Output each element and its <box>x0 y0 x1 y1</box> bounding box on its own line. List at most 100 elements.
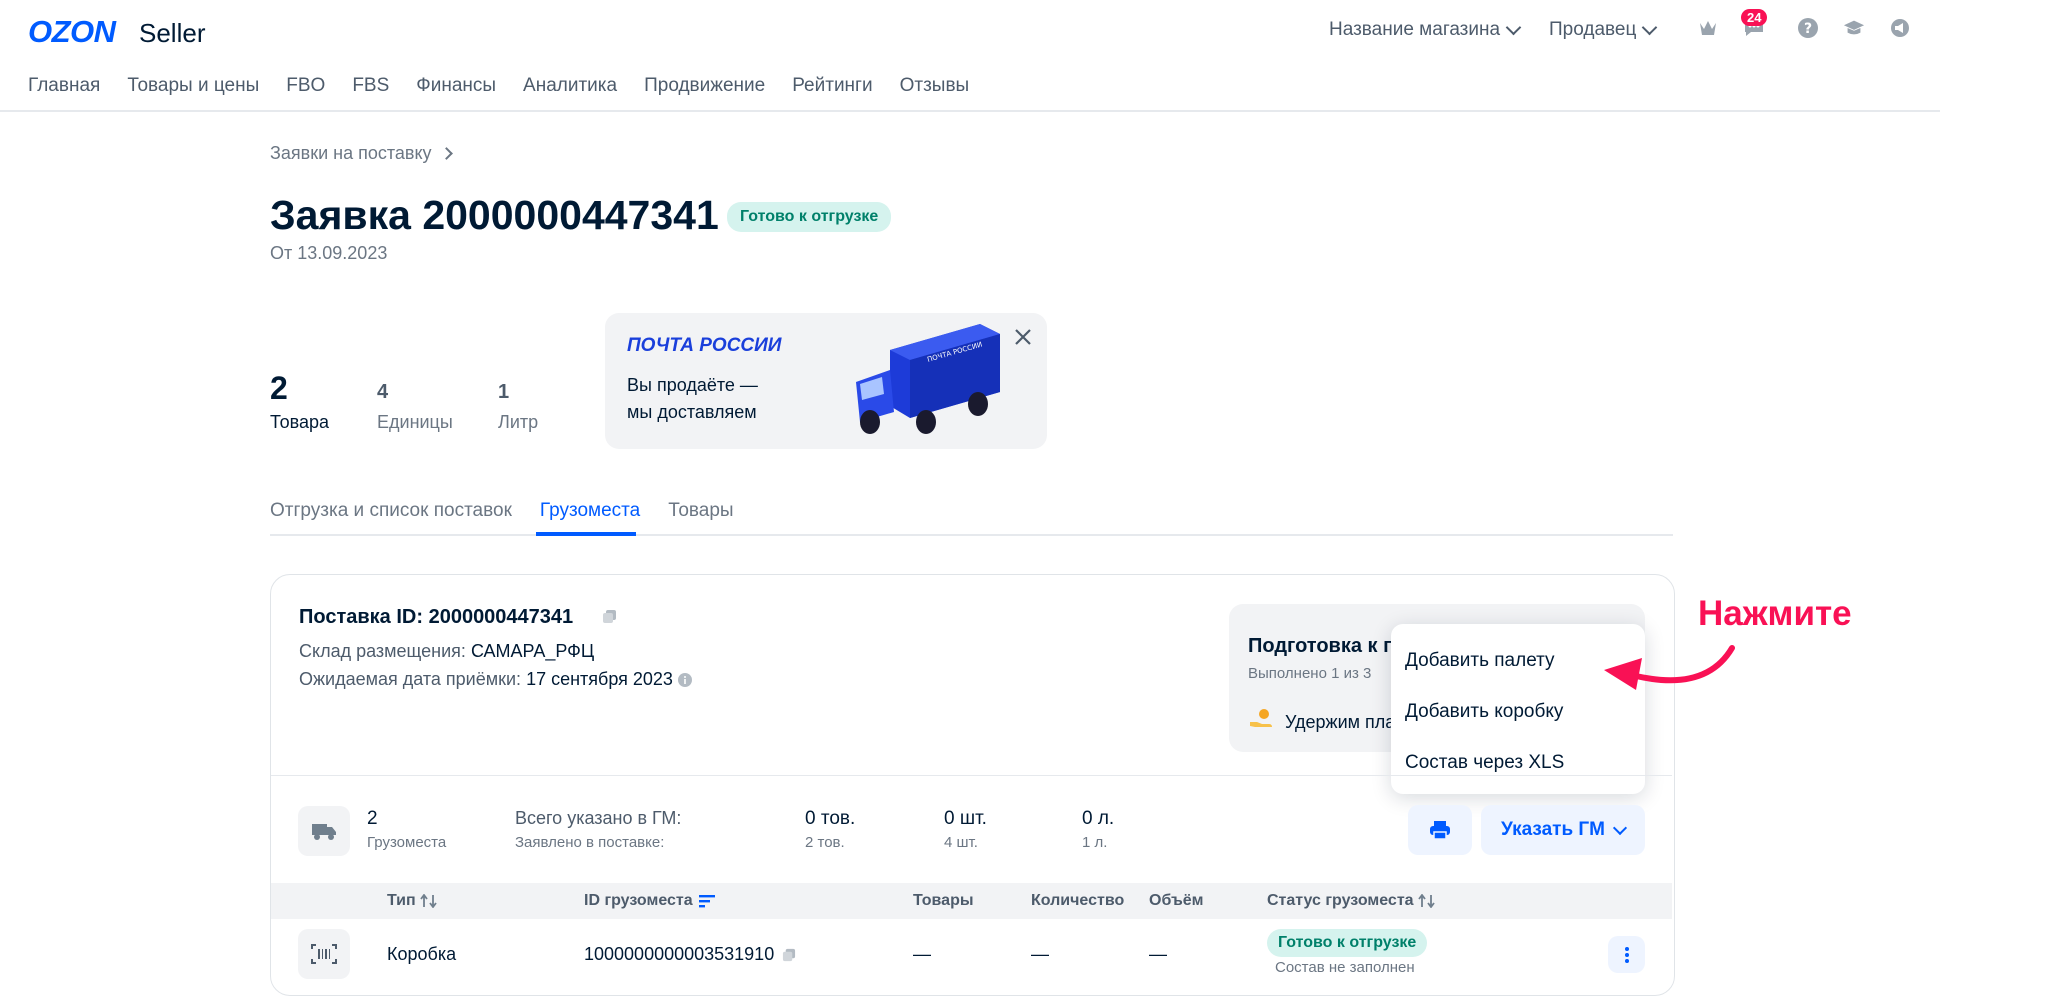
preparation-item: Удержим пла <box>1285 712 1396 732</box>
header-divider <box>0 110 1940 112</box>
pcs-value: 0 шт. <box>944 808 987 829</box>
shipment-id: Поставка ID: 2000000447341 <box>299 606 574 628</box>
nav-item-fbo[interactable]: FBO <box>286 75 325 97</box>
cargo-count: 2 <box>367 808 378 829</box>
page-title: Заявка 2000000447341 <box>270 192 719 238</box>
printer-icon <box>1430 821 1450 840</box>
stat-liters-value: 1 <box>498 381 510 403</box>
page-date: От 13.09.2023 <box>270 243 388 263</box>
row-cargo-id-value: 1000000000003531910 <box>584 944 775 964</box>
goods-declared: 2 тов. <box>805 834 845 851</box>
liters-value: 0 л. <box>1082 808 1115 829</box>
banner-line2: мы доставляем <box>627 402 757 422</box>
barcode-icon[interactable] <box>298 929 350 979</box>
col-quantity: Количество <box>1031 892 1125 909</box>
declared-label: Заявлено в поставке: <box>515 834 665 851</box>
nav-item-analytics[interactable]: Аналитика <box>523 75 617 97</box>
date-label: Ожидаемая дата приёмки: <box>299 669 522 689</box>
menu-item-add-pallet[interactable]: Добавить палету <box>1405 650 1555 672</box>
education-icon[interactable] <box>1843 17 1865 39</box>
nav-item-ratings[interactable]: Рейтинги <box>792 75 872 97</box>
row-goods: — <box>913 944 931 964</box>
stat-items-label: Товара <box>270 412 329 432</box>
specify-cargo-label: Указать ГМ <box>1500 819 1606 840</box>
annotation-arrow-icon <box>1604 645 1735 690</box>
truck-illustration: ПОЧТА РОССИИ <box>850 322 1002 445</box>
store-dropdown-label: Название магазина <box>1329 19 1501 40</box>
nav-item-home[interactable]: Главная <box>28 75 100 97</box>
nav-item-reviews[interactable]: Отзывы <box>900 75 970 97</box>
info-icon[interactable] <box>677 672 692 687</box>
warehouse-label: Склад размещения: <box>299 641 466 661</box>
col-status-label: Статус грузоместа <box>1267 892 1414 909</box>
banner-brand: ПОЧТА РОССИИ <box>627 335 782 356</box>
row-quantity: — <box>1031 944 1049 964</box>
stat-items-value: 2 <box>270 370 288 406</box>
truck-icon <box>298 806 350 856</box>
col-goods: Товары <box>913 892 974 909</box>
col-cargo-id-label: ID грузоместа <box>584 892 693 909</box>
warehouse-row: Склад размещения: САМАРА_РФЦ <box>299 641 594 662</box>
nav-item-finance[interactable]: Финансы <box>416 75 496 97</box>
breadcrumb[interactable]: Заявки на поставку <box>270 143 453 164</box>
breadcrumb-label: Заявки на поставку <box>270 143 432 163</box>
sort-desc-icon <box>698 894 715 907</box>
row-more-button[interactable] <box>1608 936 1645 973</box>
stat-units-value: 4 <box>377 381 389 403</box>
nav-item-fbs[interactable]: FBS <box>352 75 389 97</box>
preparation-title: Подготовка к п <box>1248 635 1396 657</box>
date-row: Ожидаемая дата приёмки: 17 сентября 2023 <box>299 669 692 690</box>
more-vertical-icon <box>1624 946 1629 963</box>
date-value: 17 сентября 2023 <box>526 669 673 689</box>
tabs: Отгрузка и список поставок Грузоместа То… <box>270 500 734 522</box>
chevron-down-icon <box>1612 820 1628 835</box>
stat-liters-label: Литр <box>498 412 539 432</box>
card-divider <box>271 775 1672 776</box>
nav-item-products[interactable]: Товары и цены <box>127 75 259 97</box>
tab-active-indicator <box>536 532 636 536</box>
role-dropdown[interactable]: Продавец <box>1549 19 1658 41</box>
close-icon[interactable] <box>1012 326 1034 348</box>
col-type-label: Тип <box>387 892 416 909</box>
col-type[interactable]: Тип <box>387 892 438 910</box>
copy-icon[interactable] <box>602 609 617 629</box>
help-icon[interactable]: ? <box>1797 17 1819 39</box>
banner-line1: Вы продаёте — <box>627 375 758 395</box>
pcs-declared: 4 шт. <box>944 834 978 851</box>
stat-units-label: Единицы <box>377 412 453 432</box>
print-button[interactable] <box>1408 805 1472 855</box>
cargo-count-label: Грузоместа <box>367 834 447 851</box>
liters-declared: 1 л. <box>1082 834 1108 851</box>
sort-icon <box>419 894 437 908</box>
col-volume: Объём <box>1149 892 1204 909</box>
col-cargo-id[interactable]: ID грузоместа <box>584 892 715 910</box>
nav-item-promotion[interactable]: Продвижение <box>644 75 765 97</box>
row-status-badge: Готово к отгрузке <box>1267 929 1428 957</box>
role-dropdown-label: Продавец <box>1549 19 1637 40</box>
tab-cargo-places[interactable]: Грузоместа <box>540 500 640 522</box>
menu-item-add-box[interactable]: Добавить коробку <box>1405 701 1563 723</box>
announcement-icon[interactable] <box>1889 17 1911 39</box>
ozon-logo[interactable]: OZON <box>28 14 116 50</box>
specify-cargo-button[interactable]: Указать ГМ <box>1481 805 1645 855</box>
preparation-progress: Выполнено 1 из 3 <box>1248 665 1372 682</box>
svg-text:?: ? <box>1804 21 1812 37</box>
status-badge: Готово к отгрузке <box>727 202 892 232</box>
copy-icon[interactable] <box>782 948 796 962</box>
total-label: Всего указано в ГМ: <box>515 808 682 828</box>
hand-coin-icon <box>1249 708 1273 735</box>
store-dropdown[interactable]: Название магазина <box>1329 19 1522 41</box>
main-nav: Главная Товары и цены FBO FBS Финансы Ан… <box>28 75 996 97</box>
row-volume: — <box>1149 944 1167 964</box>
menu-item-xls-composition[interactable]: Состав через XLS <box>1405 752 1564 774</box>
warehouse-value: САМАРА_РФЦ <box>470 641 595 661</box>
chevron-right-icon <box>439 147 453 160</box>
notification-badge: 24 <box>1741 9 1768 26</box>
tab-shipment[interactable]: Отгрузка и список поставок <box>270 500 512 522</box>
chevron-down-icon <box>1505 19 1522 36</box>
sort-icon <box>1417 894 1435 908</box>
col-status[interactable]: Статус грузоместа <box>1267 892 1436 910</box>
tab-products[interactable]: Товары <box>668 500 733 522</box>
crown-icon[interactable] <box>1697 17 1719 39</box>
goods-value: 0 тов. <box>805 808 856 829</box>
